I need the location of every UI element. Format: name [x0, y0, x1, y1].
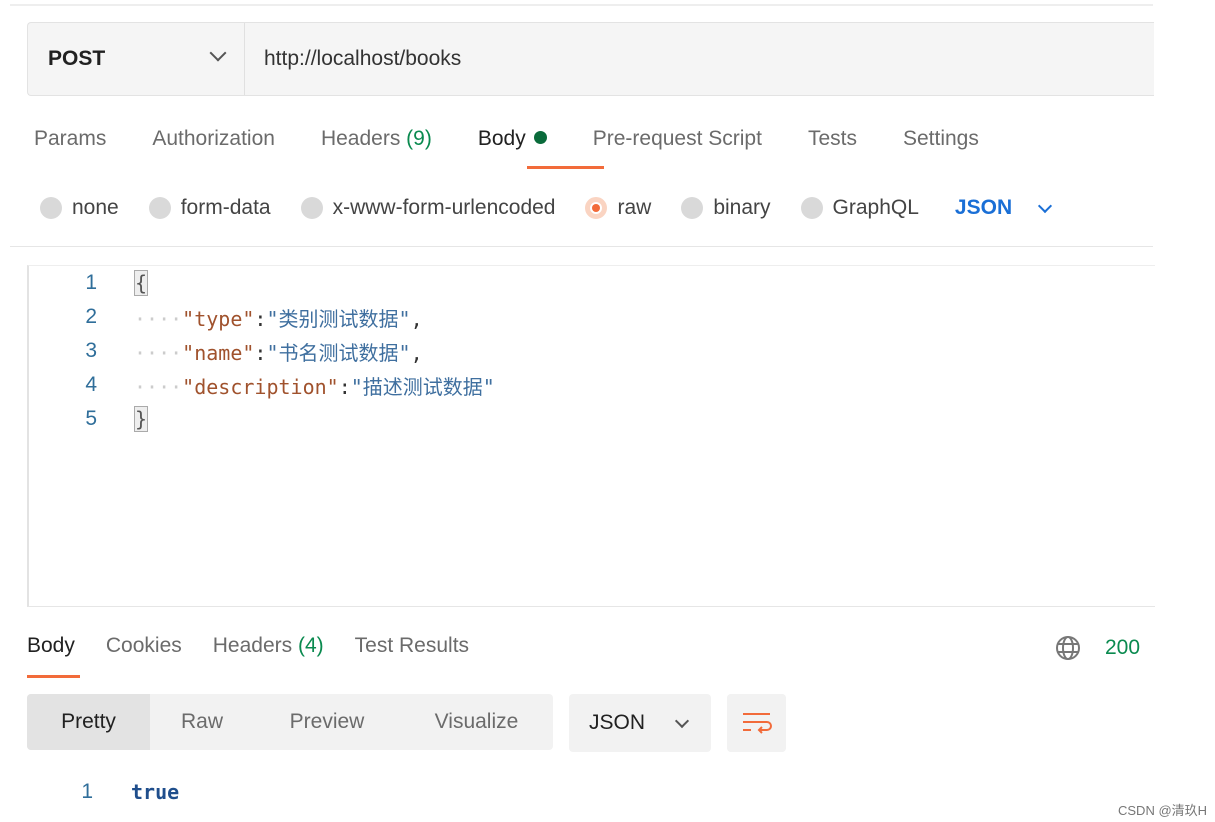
brace: {	[134, 270, 149, 296]
json-value: "书名测试数据"	[266, 340, 411, 365]
radio-raw[interactable]: raw	[585, 196, 651, 220]
line-number: 1	[85, 271, 97, 294]
view-pretty[interactable]: Pretty	[27, 694, 150, 750]
response-tab-headers[interactable]: Headers (4)	[213, 634, 324, 658]
radio-icon	[681, 197, 704, 219]
tab-authorization[interactable]: Authorization	[152, 127, 275, 151]
body-type-options: none form-data x-www-form-urlencoded raw…	[40, 196, 1080, 220]
divider	[10, 4, 1153, 6]
radio-icon	[40, 197, 62, 219]
radio-label: form-data	[180, 196, 271, 219]
format-label: JSON	[589, 711, 646, 734]
tab-params[interactable]: Params	[34, 127, 106, 151]
request-tabs: Params Authorization Headers (9) Body Pr…	[34, 127, 1025, 151]
radio-none[interactable]: none	[40, 196, 119, 220]
tab-label: Body	[477, 127, 526, 150]
radio-label: none	[72, 196, 119, 219]
method-label: POST	[48, 47, 106, 70]
tab-body[interactable]: Body	[478, 127, 547, 151]
url-input[interactable]: http://localhost/books	[264, 47, 461, 71]
line-number: 3	[85, 339, 97, 362]
radio-graphql[interactable]: GraphQL	[800, 196, 919, 220]
line-number: 5	[85, 407, 97, 430]
response-tab-body[interactable]: Body	[27, 634, 75, 658]
radio-selected-icon	[585, 197, 608, 219]
radio-label: x-www-form-urlencoded	[332, 196, 556, 219]
tab-label: Headers	[320, 127, 401, 150]
radio-form-data[interactable]: form-data	[148, 196, 271, 220]
code-line: 4 ····"description":"描述测试数据"	[29, 368, 495, 402]
globe-icon[interactable]	[1055, 635, 1081, 661]
radio-label: binary	[713, 196, 771, 219]
brace: }	[134, 406, 149, 432]
json-value: "描述测试数据"	[350, 374, 495, 399]
divider	[10, 246, 1153, 247]
radio-icon	[300, 197, 323, 219]
code-line: 2 ····"type":"类别测试数据",	[29, 300, 423, 334]
tab-settings[interactable]: Settings	[903, 127, 979, 151]
code-editor[interactable]: 1{ 2 ····"type":"类别测试数据", 3 ····"name":"书名…	[27, 265, 1155, 607]
tab-headers[interactable]: Headers (9)	[321, 127, 432, 151]
status-code[interactable]: 200	[1105, 636, 1140, 660]
headers-count: (9)	[406, 127, 432, 150]
tab-tests[interactable]: Tests	[808, 127, 857, 151]
view-visualize[interactable]: Visualize	[400, 694, 553, 750]
comma: ,	[410, 306, 423, 331]
code-line: 1{	[29, 266, 149, 300]
radio-binary[interactable]: binary	[681, 196, 771, 220]
method-select[interactable]: POST	[28, 23, 245, 95]
json-value: "类别测试数据"	[266, 306, 411, 331]
response-tab-test-results[interactable]: Test Results	[355, 634, 469, 658]
response-format-select[interactable]: JSON	[569, 694, 711, 752]
tab-pre-request-script[interactable]: Pre-request Script	[593, 127, 762, 151]
chevron-down-icon	[674, 713, 690, 728]
radio-icon	[800, 197, 823, 219]
comma: ,	[410, 340, 423, 365]
active-tab-indicator	[527, 166, 604, 169]
raw-format-select[interactable]: JSON	[949, 196, 1053, 220]
radio-icon	[148, 197, 171, 219]
chevron-down-icon	[209, 44, 227, 62]
line-number: 2	[85, 305, 97, 328]
url-bar: POST http://localhost/books	[27, 22, 1154, 96]
response-line: 1 true	[0, 775, 179, 809]
modified-dot-icon	[533, 131, 547, 144]
view-raw[interactable]: Raw	[150, 694, 254, 750]
json-key: "description"	[182, 374, 339, 399]
wrap-lines-icon[interactable]	[727, 694, 786, 752]
headers-count: (4)	[297, 634, 324, 657]
tab-label: Headers	[212, 634, 293, 657]
view-preview[interactable]: Preview	[254, 694, 400, 750]
line-number: 1	[81, 780, 93, 803]
active-tab-indicator	[27, 675, 80, 678]
code-line: 3 ····"name":"书名测试数据",	[29, 334, 423, 368]
code-line: 5}	[29, 402, 149, 436]
response-view-switcher: Pretty Raw Preview Visualize	[27, 694, 553, 750]
raw-format-label: JSON	[954, 196, 1013, 219]
radio-label: GraphQL	[832, 196, 919, 219]
response-value: true	[131, 780, 180, 804]
json-key: "name"	[182, 340, 255, 365]
line-number: 4	[85, 373, 97, 396]
watermark: CSDN @清玖H	[1118, 803, 1208, 818]
radio-x-www-form-urlencoded[interactable]: x-www-form-urlencoded	[300, 196, 556, 220]
json-key: "type"	[182, 306, 255, 331]
response-tab-cookies[interactable]: Cookies	[106, 634, 182, 658]
radio-label: raw	[617, 196, 652, 219]
response-tabs: Body Cookies Headers (4) Test Results	[27, 634, 500, 658]
chevron-down-icon	[1038, 198, 1053, 213]
